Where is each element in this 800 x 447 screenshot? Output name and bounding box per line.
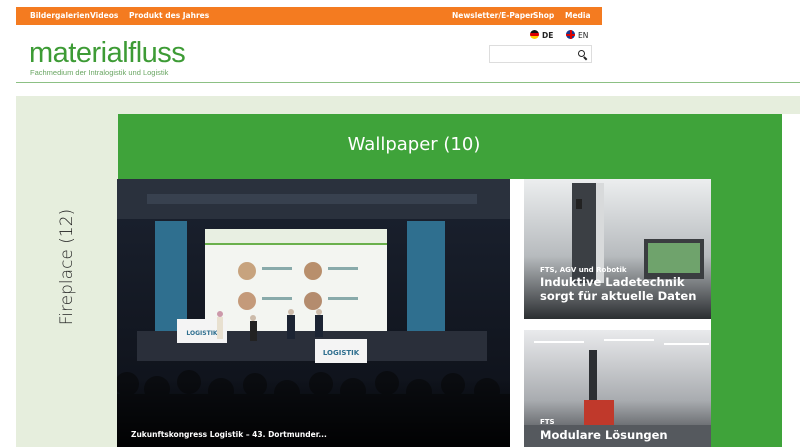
search-icon[interactable] [578,50,585,57]
search-input[interactable] [490,46,575,62]
uk-flag-icon [566,30,575,39]
ad-top-strip [118,96,800,114]
nav-link-shop[interactable]: Shop [533,7,554,25]
conference-stage-image: LOGISTIK LOGISTIK [117,179,510,447]
language-en-label: EN [578,31,589,40]
hero-caption: Zukunftskongress Logistik – 43. Dortmund… [131,430,327,439]
teaser-2-kicker: FTS [540,418,555,426]
nav-link-media[interactable]: Media [565,7,591,25]
language-en[interactable]: EN [566,30,588,42]
nav-link-produkt-des-jahres[interactable]: Produkt des Jahres [129,7,209,25]
teaser-1-title: Induktive Ladetechnik sorgt für aktuelle… [540,275,697,303]
teaser-card-modulare-loesungen[interactable]: FTS Modulare Lösungen [524,330,711,447]
lectern-logo-center: LOGISTIK [323,349,360,357]
search-box [489,45,592,63]
nav-link-videos[interactable]: Videos [90,7,118,25]
header-divider [16,82,800,83]
fireplace-ad-label: Fireplace (12) [57,208,77,326]
top-navigation-bar: Bildergalerien Videos Produkt des Jahres… [16,7,602,25]
teaser-2-title: Modulare Lösungen [540,428,668,442]
site-logo[interactable]: materialfluss [29,37,186,69]
teaser-card-ladetechnik[interactable]: FTS, AGV und Robotik Induktive Ladetechn… [524,179,711,319]
wallpaper-ad-label: Wallpaper (10) [347,134,481,155]
nav-link-bildergalerien[interactable]: Bildergalerien [30,7,90,25]
nav-link-newsletter[interactable]: Newsletter/E-Paper [452,7,534,25]
teaser-1-kicker: FTS, AGV und Robotik [540,266,627,274]
site-tagline: Fachmedium der Intralogistik und Logisti… [30,68,169,77]
lectern-logo-left: LOGISTIK [186,330,218,337]
hero-teaser[interactable]: LOGISTIK LOGISTIK Zukunftskongress Logis… [117,179,510,447]
german-flag-icon [530,30,539,39]
language-de[interactable]: DE [530,30,553,42]
language-de-label: DE [542,31,554,40]
teaser-separator [524,319,711,330]
teaser-gutter [510,179,524,447]
